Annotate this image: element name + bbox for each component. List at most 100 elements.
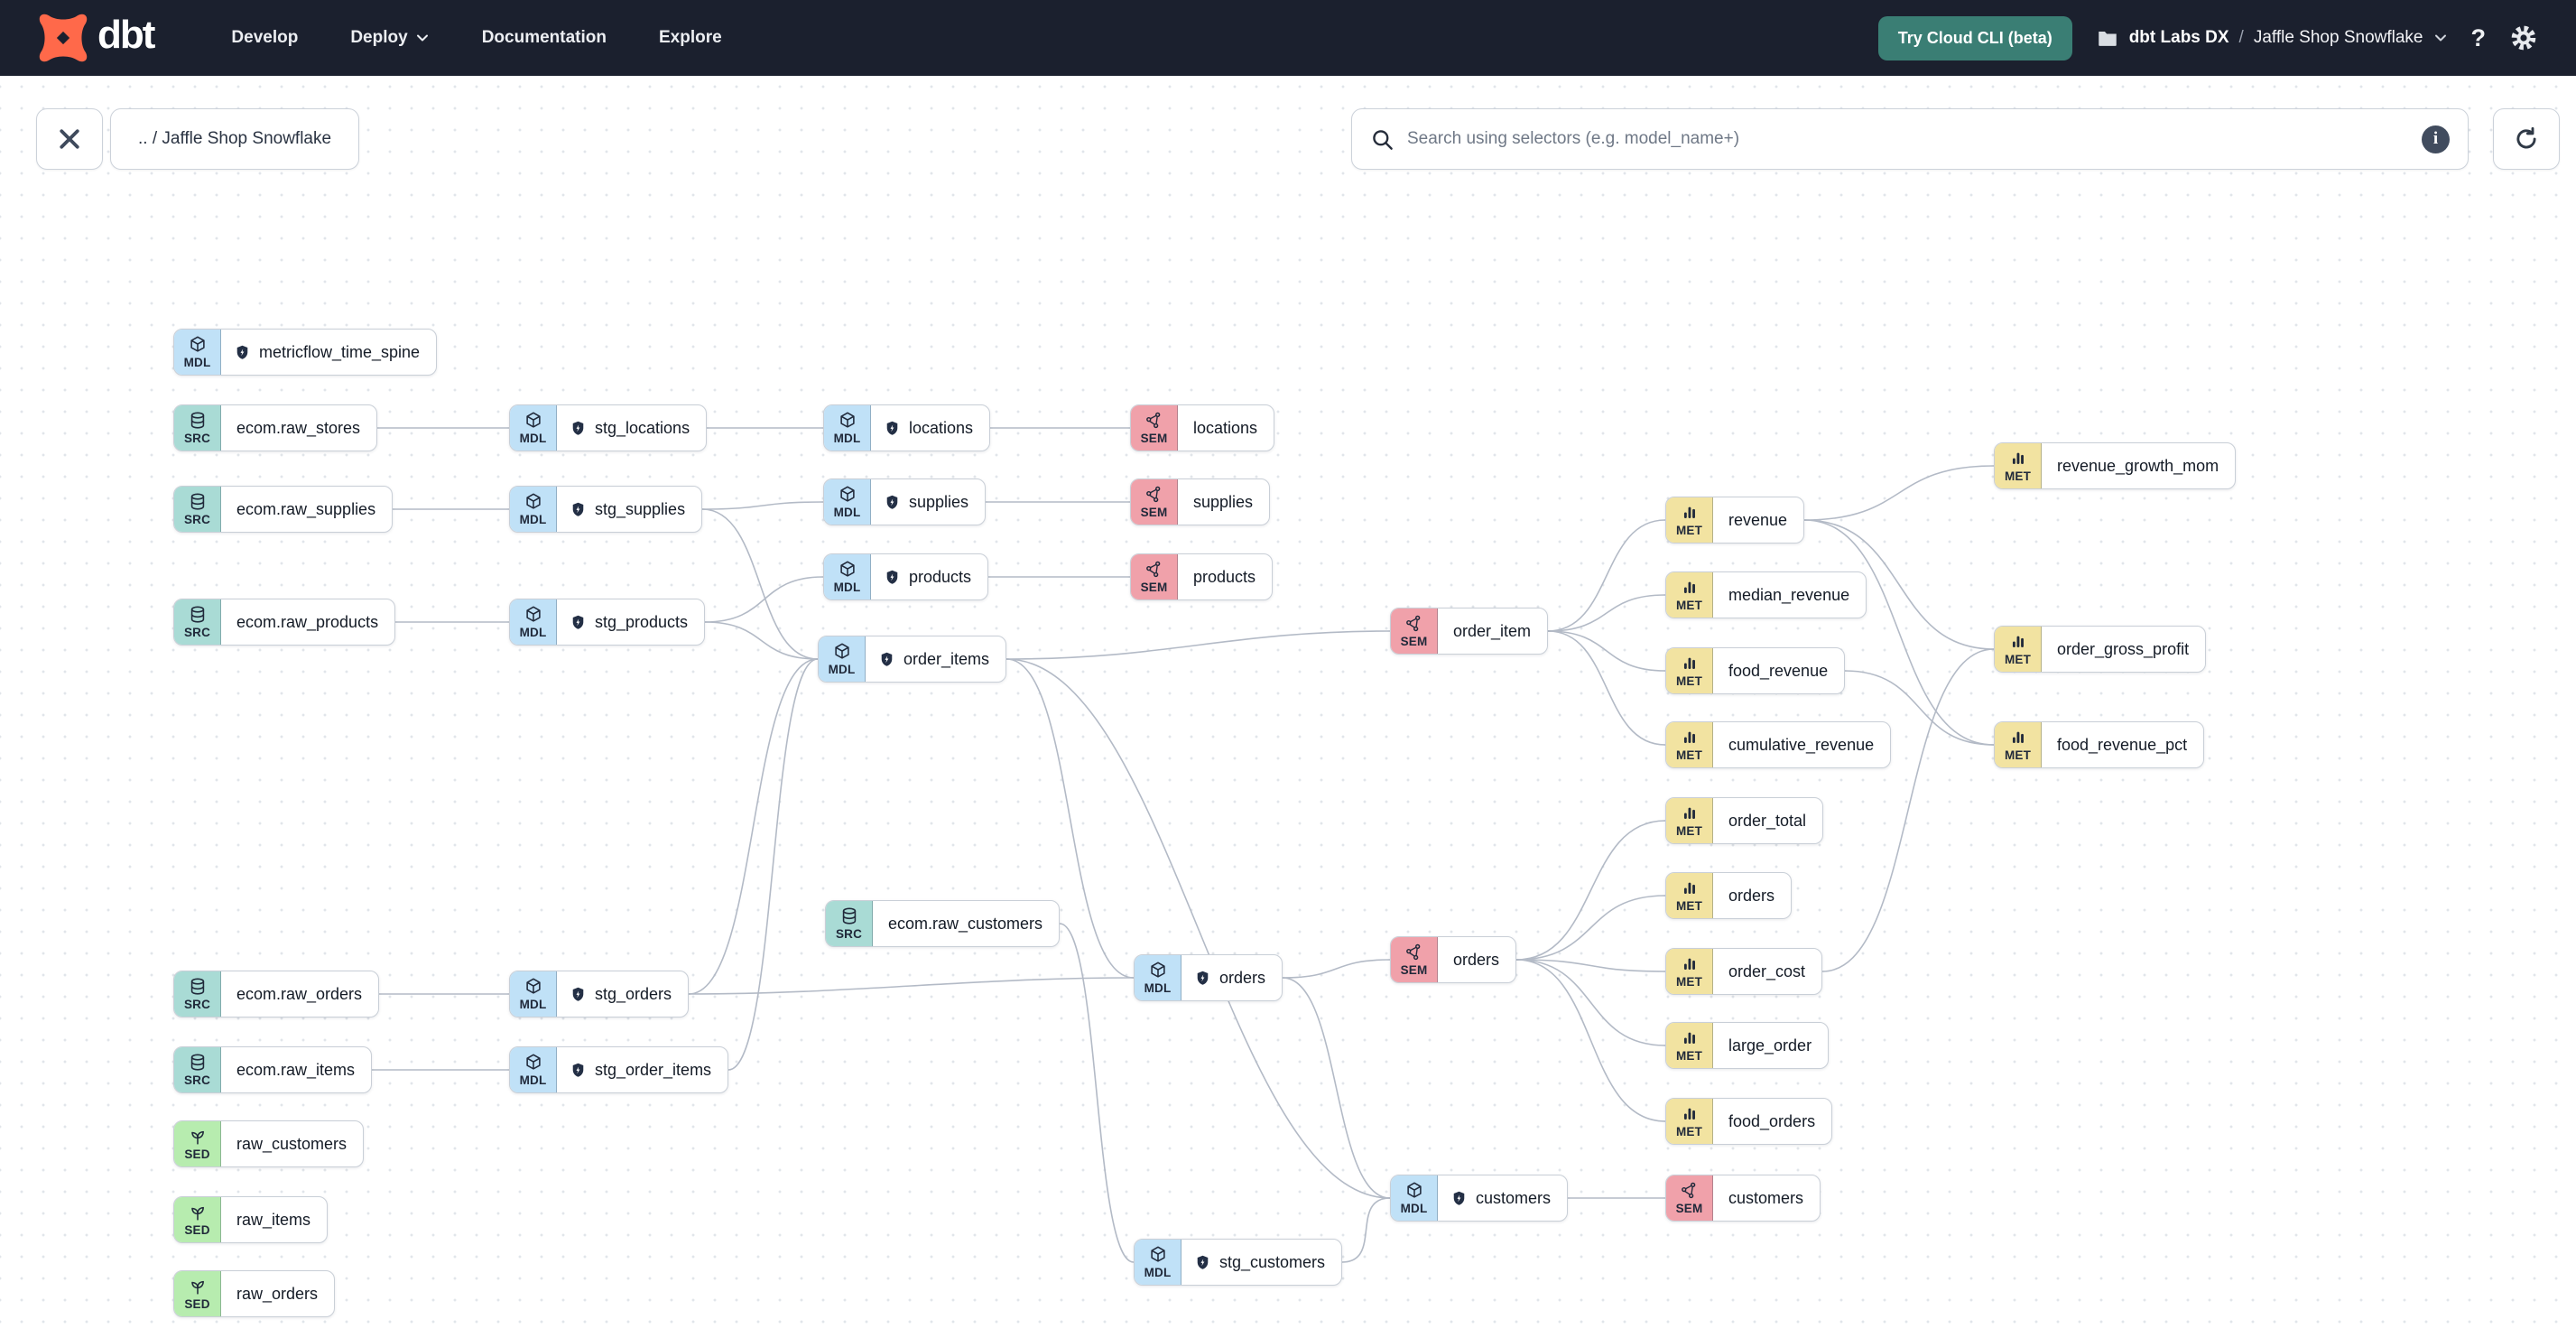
nav-item-explore[interactable]: Explore: [659, 28, 722, 48]
info-icon[interactable]: i: [2422, 125, 2450, 153]
search-input[interactable]: [1407, 129, 2409, 149]
node-order_cost[interactable]: MET order_cost: [1665, 948, 1823, 995]
node-type-badge: MET: [1666, 648, 1713, 693]
close-lineage-button[interactable]: [36, 108, 103, 170]
node-orders_model[interactable]: MDL orders: [1134, 954, 1283, 1001]
node-type-badge: MET: [1666, 572, 1713, 618]
breadcrumb[interactable]: .. / Jaffle Shop Snowflake: [110, 108, 360, 170]
nav-item-deploy[interactable]: Deploy: [350, 28, 429, 48]
graph-nodes-icon: [1144, 411, 1164, 431]
node-body: order_total: [1713, 798, 1822, 843]
bar-chart-icon: [1680, 503, 1700, 523]
node-body: supplies: [871, 479, 985, 525]
shield-icon: [234, 344, 251, 361]
node-order_gross_profit[interactable]: MET order_gross_profit: [1994, 626, 2207, 673]
node-type-label: SED: [184, 1223, 210, 1238]
node-median_revenue[interactable]: MET median_revenue: [1665, 571, 1867, 618]
chevron-down-icon: [416, 34, 428, 42]
bar-chart-icon: [1680, 954, 1700, 974]
node-stg_supplies[interactable]: MDL stg_supplies: [509, 486, 703, 533]
node-src_raw_orders[interactable]: SRC ecom.raw_orders: [173, 971, 380, 1017]
node-food_orders[interactable]: MET food_orders: [1665, 1098, 1833, 1145]
dbt-logo-icon: [39, 14, 88, 62]
node-src_raw_products[interactable]: SRC ecom.raw_products: [173, 599, 396, 646]
project-switcher[interactable]: dbt Labs DX / Jaffle Shop Snowflake: [2096, 26, 2448, 50]
node-type-badge: MET: [1666, 1099, 1713, 1144]
node-orders_sem[interactable]: SEM orders: [1390, 936, 1517, 983]
nav-item-develop[interactable]: Develop: [231, 28, 298, 48]
node-type-label: MET: [1675, 1049, 1703, 1064]
node-stg_products[interactable]: MDL stg_products: [509, 599, 706, 646]
node-type-badge: MDL: [510, 405, 557, 451]
node-src_raw_stores[interactable]: SRC ecom.raw_stores: [173, 404, 378, 451]
node-src_raw_customers[interactable]: SRC ecom.raw_customers: [825, 900, 1061, 947]
database-icon: [188, 1053, 208, 1073]
node-large_order[interactable]: MET large_order: [1665, 1022, 1830, 1069]
node-food_revenue_pct[interactable]: MET food_revenue_pct: [1994, 721, 2205, 768]
node-food_revenue[interactable]: MET food_revenue: [1665, 647, 1846, 694]
node-type-label: MDL: [519, 998, 547, 1012]
breadcrumb-label: .. / Jaffle Shop Snowflake: [138, 129, 332, 148]
node-type-label: MDL: [519, 513, 547, 527]
node-type-label: MDL: [828, 663, 856, 677]
node-seed_raw_items[interactable]: SED raw_items: [173, 1196, 329, 1243]
lineage-canvas[interactable]: MDL metricflow_time_spine SRC ecom.raw_s…: [0, 0, 2576, 1338]
shield-icon: [570, 1062, 587, 1079]
cube-icon: [188, 335, 208, 355]
nav-item-documentation[interactable]: Documentation: [482, 28, 607, 48]
cube-icon: [524, 1053, 543, 1073]
node-body: stg_locations: [557, 405, 706, 451]
node-label: stg_products: [595, 612, 689, 631]
node-customers_model[interactable]: MDL customers: [1390, 1175, 1569, 1222]
node-label: supplies: [1193, 492, 1254, 511]
node-seed_raw_customers[interactable]: SED raw_customers: [173, 1120, 365, 1167]
node-customers_sem[interactable]: SEM customers: [1665, 1175, 1821, 1222]
node-stg_customers[interactable]: MDL stg_customers: [1134, 1239, 1343, 1286]
node-label: food_revenue_pct: [2057, 735, 2188, 754]
node-stg_locations[interactable]: MDL stg_locations: [509, 404, 708, 451]
node-src_raw_supplies[interactable]: SRC ecom.raw_supplies: [173, 486, 394, 533]
node-type-badge: MET: [1666, 497, 1713, 543]
node-type-badge: SEM: [1391, 937, 1438, 982]
node-label: cumulative_revenue: [1728, 735, 1875, 754]
node-stg_orders[interactable]: MDL stg_orders: [509, 971, 690, 1017]
shield-icon: [1450, 1190, 1468, 1207]
node-order_total[interactable]: MET order_total: [1665, 797, 1824, 844]
node-type-badge: MET: [1666, 873, 1713, 918]
help-icon[interactable]: ?: [2471, 24, 2487, 52]
search-icon: [1373, 129, 1393, 150]
node-body: ecom.raw_supplies: [221, 487, 392, 532]
database-icon: [188, 977, 208, 997]
node-src_raw_items[interactable]: SRC ecom.raw_items: [173, 1046, 373, 1093]
bar-chart-icon: [2008, 728, 2028, 748]
refresh-button[interactable]: [2493, 108, 2560, 170]
try-cloud-cli-button[interactable]: Try Cloud CLI (beta): [1877, 15, 2072, 60]
node-label: stg_supplies: [595, 499, 686, 518]
node-order_item_sem[interactable]: SEM order_item: [1390, 608, 1549, 655]
node-supplies_model[interactable]: MDL supplies: [823, 479, 987, 525]
node-label: ecom.raw_orders: [236, 984, 363, 1003]
node-products_model[interactable]: MDL products: [823, 553, 989, 600]
node-type-badge: MDL: [1135, 1240, 1181, 1285]
node-type-badge: SEM: [1131, 554, 1178, 599]
node-orders_metric[interactable]: MET orders: [1665, 872, 1793, 919]
node-products_sem[interactable]: SEM products: [1130, 553, 1274, 600]
node-locations_sem[interactable]: SEM locations: [1130, 404, 1275, 451]
node-revenue[interactable]: MET revenue: [1665, 497, 1805, 544]
node-seed_raw_orders[interactable]: SED raw_orders: [173, 1270, 336, 1317]
dbt-logo[interactable]: dbt: [38, 13, 155, 63]
node-revenue_growth_mom[interactable]: MET revenue_growth_mom: [1994, 442, 2237, 489]
node-order_items_model[interactable]: MDL order_items: [818, 636, 1007, 683]
node-metricflow_time_spine[interactable]: MDL metricflow_time_spine: [173, 329, 438, 376]
node-body: large_order: [1713, 1023, 1828, 1068]
node-supplies_sem[interactable]: SEM supplies: [1130, 479, 1271, 525]
node-cumulative_revenue[interactable]: MET cumulative_revenue: [1665, 721, 1892, 768]
database-icon: [188, 605, 208, 625]
node-body: orders: [1713, 873, 1791, 918]
cube-icon: [524, 492, 543, 512]
settings-gear-icon[interactable]: [2509, 23, 2538, 52]
node-label: metricflow_time_spine: [259, 342, 421, 361]
bar-chart-icon: [2008, 449, 2028, 469]
node-locations_model[interactable]: MDL locations: [823, 404, 991, 451]
node-stg_order_items[interactable]: MDL stg_order_items: [509, 1046, 729, 1093]
